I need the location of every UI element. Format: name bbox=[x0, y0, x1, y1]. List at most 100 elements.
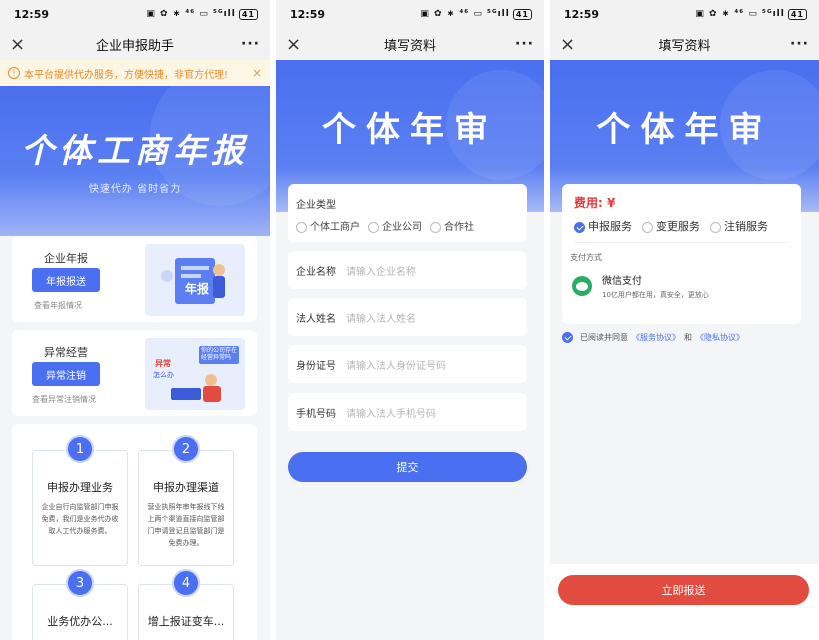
more-icon[interactable]: ··· bbox=[514, 36, 534, 52]
service-agreement-link[interactable]: 《服务协议》 bbox=[632, 332, 680, 343]
wechat-pay-icon[interactable] bbox=[572, 276, 592, 296]
agreement-row: 已阅读并同意 《服务协议》 和 《隐私协议》 bbox=[562, 332, 744, 343]
submit-pay-button[interactable]: 立即报送 bbox=[558, 575, 809, 605]
bottom-bar: 立即报送 bbox=[550, 564, 819, 640]
annual-report-illustration: 年报 bbox=[145, 244, 245, 316]
title-bar: × 填写资料 ··· bbox=[550, 28, 819, 60]
radio-cooperative[interactable]: 合作社 bbox=[430, 218, 474, 233]
status-bar: 12:59 ▣ ✿ ∗ ⁴⁶ ▭ ⁵ᴳıll 41 bbox=[0, 0, 270, 28]
status-time: 12:59 bbox=[14, 7, 50, 21]
radio-checked-icon bbox=[574, 221, 585, 233]
field-label: 手机号码 bbox=[296, 409, 336, 420]
field-label: 企业名称 bbox=[296, 267, 336, 278]
screen-fill-form: 12:59 ▣ ✿ ∗ ⁴⁶ ▭ ⁵ᴳıll 41 × 填写资料 ··· 个体年… bbox=[276, 0, 544, 640]
status-icons: ▣ ✿ ∗ ⁴⁶ ▭ ⁵ᴳıll 41 bbox=[146, 8, 258, 20]
radio-icon bbox=[296, 221, 307, 233]
phone-field[interactable]: 手机号码 请输入法人手机号码 bbox=[288, 393, 527, 431]
title-bar: × 填写资料 ··· bbox=[276, 28, 544, 60]
feature-number: 2 bbox=[172, 435, 200, 463]
feature-number: 3 bbox=[66, 569, 94, 597]
company-type-options: 个体工商户 企业公司 合作社 bbox=[296, 218, 474, 233]
radio-icon bbox=[710, 221, 721, 233]
radio-report-service[interactable]: 申报服务 bbox=[574, 218, 632, 234]
feature-number: 4 bbox=[172, 569, 200, 597]
feature-title: 业务优办公... bbox=[47, 615, 113, 628]
warning-icon: ! bbox=[8, 67, 20, 79]
hero-title: 个体年审 bbox=[596, 110, 773, 150]
field-label: 身份证号 bbox=[296, 361, 336, 372]
status-bar: 12:59 ▣ ✿ ∗ ⁴⁶ ▭ ⁵ᴳıll 41 bbox=[550, 0, 819, 28]
more-icon[interactable]: ··· bbox=[240, 36, 260, 52]
feature-desc: 营业执照年审年报线下线上两个渠道直接向监管部门申请登记且监管部门是免费办理。 bbox=[147, 503, 225, 547]
feature-desc: 企业自行向监管部门申报免费，我们是业务代办收取人工代办服务费。 bbox=[41, 503, 119, 535]
phone-input[interactable]: 请输入法人手机号码 bbox=[346, 405, 436, 420]
page-title: 填写资料 bbox=[383, 38, 436, 54]
option-label: 个体工商户 bbox=[310, 222, 360, 233]
radio-individual[interactable]: 个体工商户 bbox=[296, 218, 360, 233]
payment-card: 费用: ¥ 申报服务 变更服务 注销服务 支付方式 微信支付 10亿用户都在用，… bbox=[562, 184, 801, 324]
id-number-input[interactable]: 请输入法人身份证号码 bbox=[346, 357, 446, 372]
hero-title: 个体工商年报 bbox=[21, 131, 249, 170]
radio-change-service[interactable]: 变更服务 bbox=[642, 218, 700, 234]
signal-icons: ▣ ✿ ∗ ⁴⁶ ▭ ⁵ᴳıll bbox=[420, 9, 510, 19]
agreement-prefix: 已阅读并同意 bbox=[580, 333, 628, 342]
illustration-label: 年报 bbox=[185, 282, 210, 296]
radio-icon bbox=[642, 221, 653, 233]
close-icon[interactable]: × bbox=[10, 34, 30, 55]
abnormal-cancel-button[interactable]: 异常注销 bbox=[32, 362, 100, 386]
agreement-and: 和 bbox=[684, 333, 692, 342]
hero-banner: 个体工商年报 快速代办 省时省力 bbox=[0, 66, 270, 236]
signal-icons: ▣ ✿ ∗ ⁴⁶ ▭ ⁵ᴳıll bbox=[146, 9, 236, 19]
view-annual-report-link[interactable]: 查看年报情况 bbox=[34, 300, 82, 311]
submit-button[interactable]: 提交 bbox=[288, 452, 527, 482]
page-title: 填写资料 bbox=[658, 38, 711, 54]
feature-number: 1 bbox=[66, 435, 94, 463]
annual-report-card: 企业年报 年报报送 查看年报情况 年报 bbox=[12, 236, 257, 322]
radio-icon bbox=[368, 221, 379, 233]
payment-method-label: 支付方式 bbox=[570, 253, 602, 262]
option-label: 企业公司 bbox=[382, 222, 422, 233]
battery-icon: 41 bbox=[238, 8, 258, 20]
privacy-agreement-link[interactable]: 《隐私协议》 bbox=[696, 332, 744, 343]
illustration-what-to-do: 怎么办 bbox=[153, 371, 174, 379]
radio-icon bbox=[430, 221, 441, 233]
view-abnormal-cancel-link[interactable]: 查看异常注销情况 bbox=[32, 394, 96, 405]
status-icons: ▣ ✿ ∗ ⁴⁶ ▭ ⁵ᴳıll 41 bbox=[695, 8, 807, 20]
wechat-pay-title[interactable]: 微信支付 bbox=[602, 272, 642, 287]
radio-company[interactable]: 企业公司 bbox=[368, 218, 422, 233]
close-icon[interactable]: × bbox=[560, 34, 580, 55]
battery-icon: 41 bbox=[787, 8, 807, 20]
more-icon[interactable]: ··· bbox=[789, 36, 809, 52]
option-label: 注销服务 bbox=[724, 220, 768, 233]
page-title: 企业申报助手 bbox=[95, 38, 174, 54]
screen-annual-report-home: 12:59 ▣ ✿ ∗ ⁴⁶ ▭ ⁵ᴳıll 41 × 企业申报助手 ··· !… bbox=[0, 0, 270, 640]
status-time: 12:59 bbox=[290, 7, 326, 21]
illustration-question: 你的公司存在经营异常吗 bbox=[201, 347, 238, 361]
annual-report-button[interactable]: 年报报送 bbox=[32, 268, 100, 292]
abnormal-illustration: 你的公司存在经营异常吗 异常 怎么办 bbox=[145, 338, 245, 410]
feature-title: 申报办理渠道 bbox=[153, 481, 219, 494]
company-type-field: 企业类型 个体工商户 企业公司 合作社 bbox=[288, 184, 527, 242]
company-name-field[interactable]: 企业名称 请输入企业名称 bbox=[288, 251, 527, 289]
radio-cancel-service[interactable]: 注销服务 bbox=[710, 218, 768, 234]
field-label: 法人姓名 bbox=[296, 314, 336, 325]
feature-item: 2 申报办理渠道 营业执照年审年报线下线上两个渠道直接向监管部门申请登记且监管部… bbox=[138, 435, 234, 566]
title-bar: × 企业申报助手 ··· bbox=[0, 28, 270, 60]
legal-person-input[interactable]: 请输入法人姓名 bbox=[346, 310, 416, 325]
feature-item: 4 增上报证变车... bbox=[138, 569, 234, 640]
feature-item: 3 业务优办公... bbox=[32, 569, 128, 640]
company-name-input[interactable]: 请输入企业名称 bbox=[346, 263, 416, 278]
service-options: 申报服务 变更服务 注销服务 bbox=[574, 218, 768, 234]
signal-icons: ▣ ✿ ∗ ⁴⁶ ▭ ⁵ᴳıll bbox=[695, 9, 785, 19]
field-label: 企业类型 bbox=[296, 200, 336, 211]
legal-person-field[interactable]: 法人姓名 请输入法人姓名 bbox=[288, 298, 527, 336]
agreement-checkbox-icon[interactable] bbox=[562, 332, 573, 343]
status-time: 12:59 bbox=[564, 7, 600, 21]
hero-slogan: 快速代办 省时省力 bbox=[88, 184, 182, 195]
feature-grid: 1 申报办理业务 企业自行向监管部门申报免费，我们是业务代办收取人工代办服务费。… bbox=[12, 424, 257, 640]
card-title: 企业年报 bbox=[44, 252, 88, 265]
option-label: 申报服务 bbox=[588, 220, 632, 233]
id-number-field[interactable]: 身份证号 请输入法人身份证号码 bbox=[288, 345, 527, 383]
hero-title: 个体年审 bbox=[322, 110, 498, 150]
close-icon[interactable]: × bbox=[286, 34, 306, 55]
